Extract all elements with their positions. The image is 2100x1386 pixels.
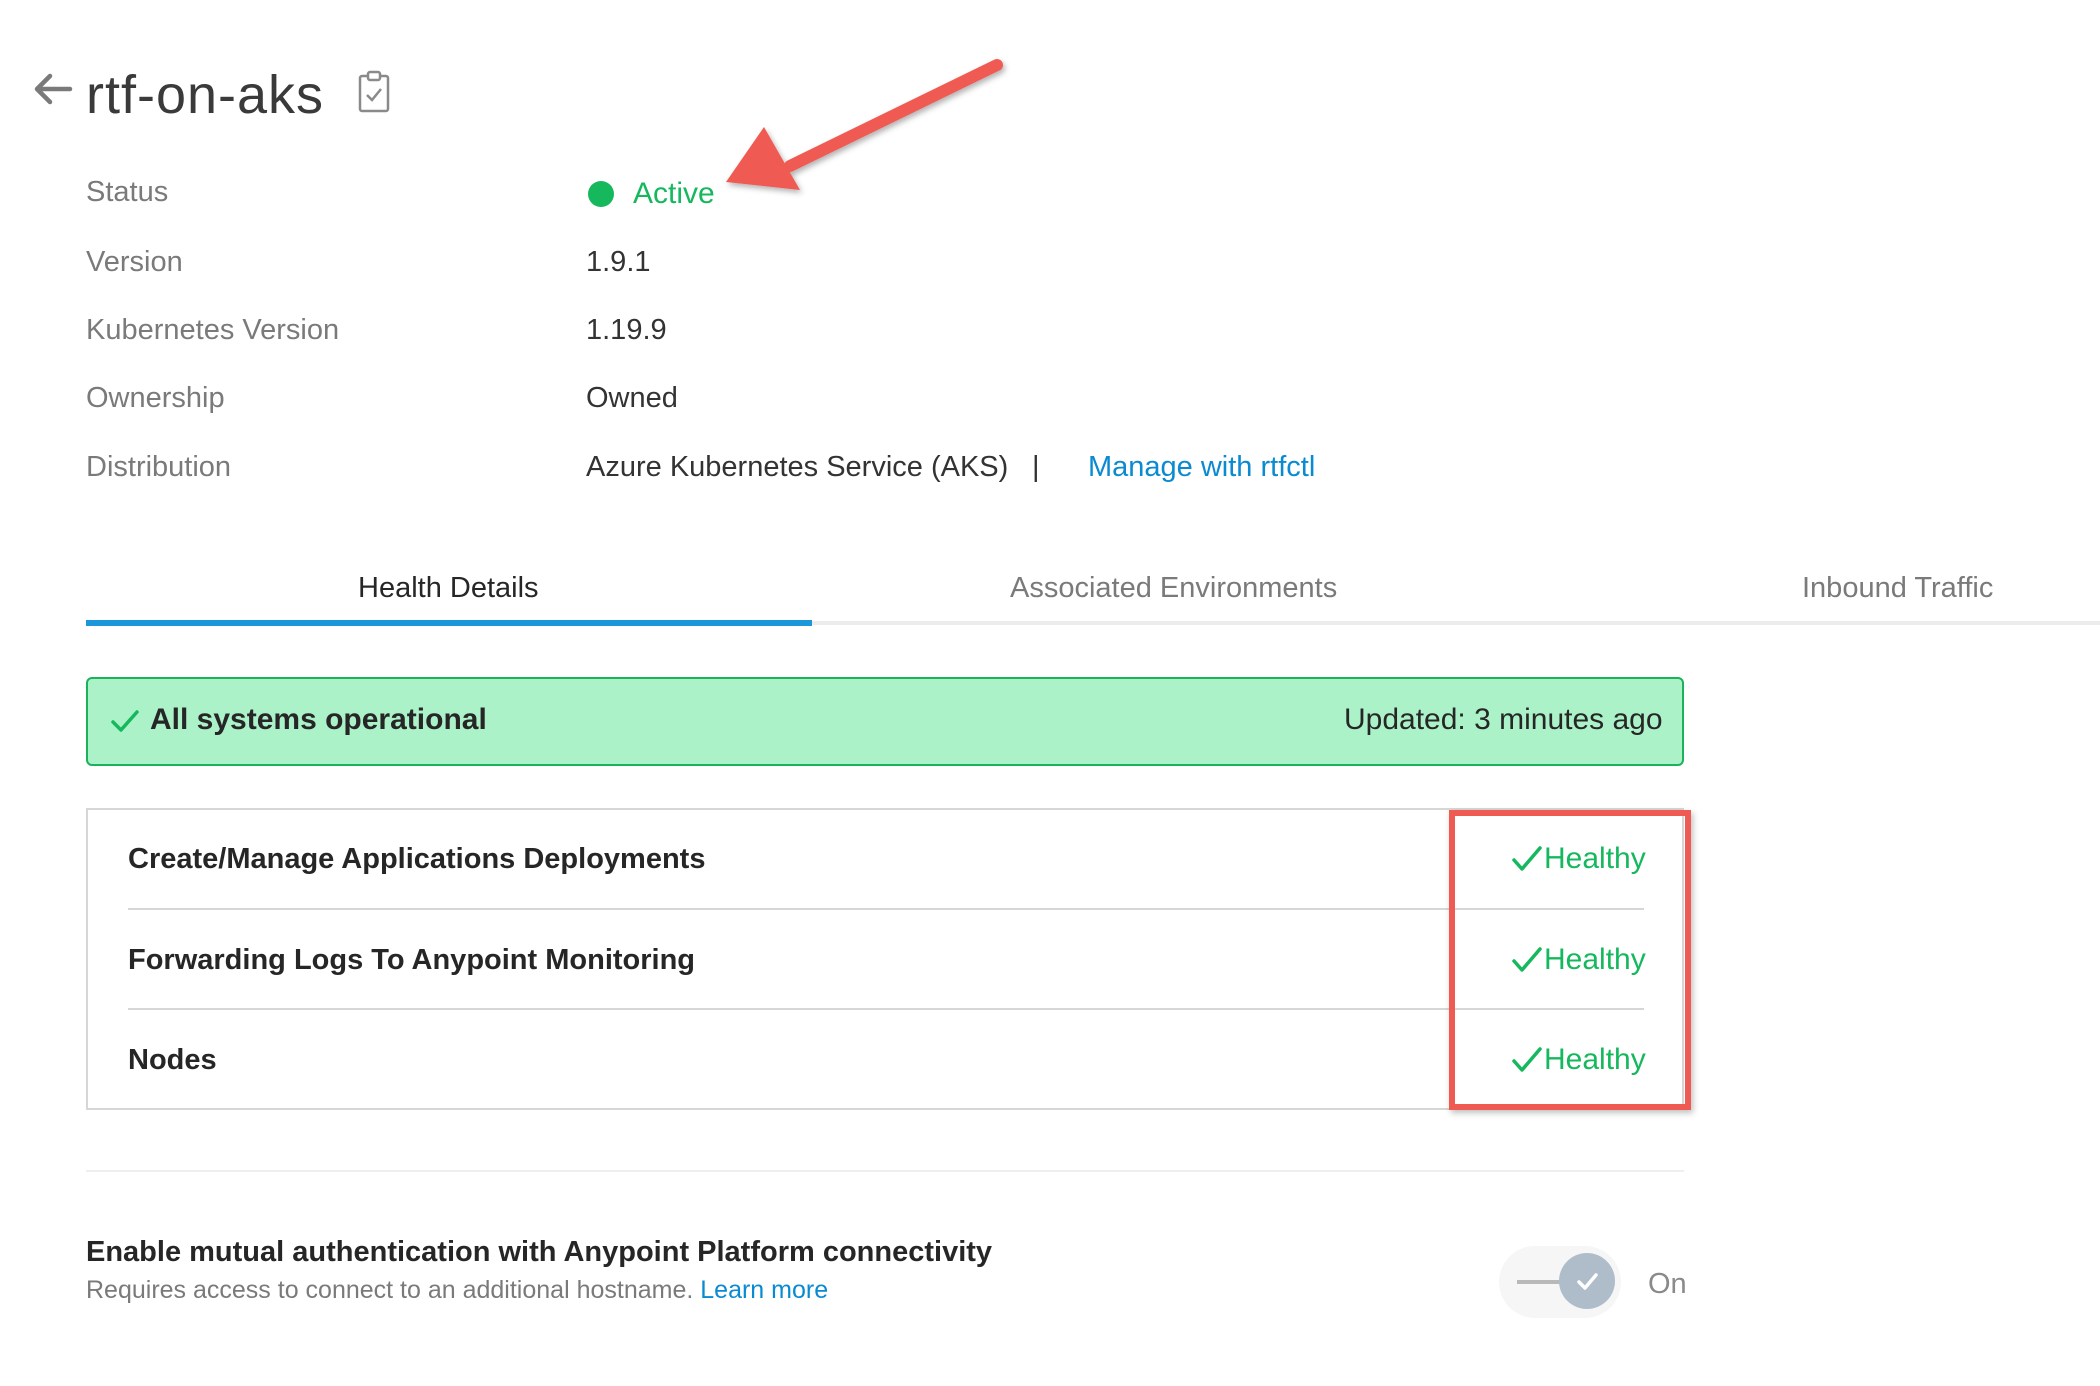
learn-more-link[interactable]: Learn more [700,1276,828,1304]
clipboard-icon[interactable] [357,70,391,114]
mtls-subtitle-text: Requires access to connect to an additio… [86,1276,694,1304]
banner-message: All systems operational [150,703,487,736]
kubernetes-version-label: Kubernetes Version [86,314,340,346]
section-divider [86,1170,1684,1172]
annotation-highlight-box [1449,810,1691,1110]
check-icon [111,710,139,732]
status-label: Status [86,176,169,208]
annotation-arrow [726,59,1003,190]
row-divider [128,908,1644,910]
active-tab-indicator [86,620,812,626]
mtls-title: Enable mutual authentication with Anypoi… [86,1236,993,1268]
distribution-label: Distribution [86,451,232,483]
distribution-separator: | [1032,451,1040,483]
mtls-subtitle: Requires access to connect to an additio… [86,1272,828,1308]
ownership-label: Ownership [86,382,225,414]
tab-associated-environments[interactable]: Associated Environments [1010,568,1337,608]
page-title: rtf-on-aks [86,65,325,125]
toggle-label: On [1648,1268,1687,1300]
banner-updated-time: Updated: 3 minutes ago [1344,703,1663,736]
version-value: 1.9.1 [586,246,651,278]
back-arrow-icon[interactable] [30,66,76,112]
version-label: Version [86,246,183,278]
health-row-label: Nodes [128,1044,217,1076]
health-row-label: Create/Manage Applications Deployments [128,843,706,875]
health-row-label: Forwarding Logs To Anypoint Monitoring [128,944,696,976]
row-divider [128,1008,1644,1010]
ownership-value: Owned [586,382,678,414]
tab-inbound-traffic[interactable]: Inbound Traffic [1802,568,1993,608]
distribution-value: Azure Kubernetes Service (AKS) [586,451,1009,483]
kubernetes-version-value: 1.19.9 [586,314,667,346]
status-indicator [588,181,614,207]
tab-health-details[interactable]: Health Details [358,568,539,608]
manage-with-rtfctl-link[interactable]: Manage with rtfctl [1088,447,1315,487]
check-icon [1577,1273,1598,1290]
toggle-knob[interactable] [1559,1253,1615,1309]
